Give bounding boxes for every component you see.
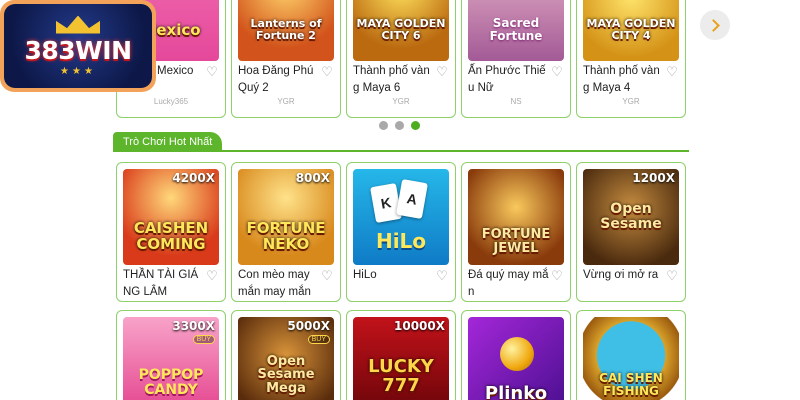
thumbnail-title: FORTUNE NEKO (246, 219, 326, 253)
game-thumbnail[interactable]: CAI SHEN FISHING (583, 317, 679, 400)
pager-dot[interactable] (379, 121, 388, 130)
game-provider: YGR (392, 97, 410, 106)
game-thumbnail[interactable]: MAYA GOLDEN CITY 4 (583, 0, 679, 61)
multiplier-badge: 3300X (172, 319, 215, 333)
multiplier-badge: 1200X (632, 171, 675, 185)
buy-badge: BUY (307, 335, 330, 344)
game-provider: Lucky365 (153, 97, 189, 106)
thumbnail-title: FORTUNE JEWEL (481, 227, 551, 256)
game-thumbnail[interactable]: 4200X CAISHEN COMING (123, 169, 219, 265)
heart-icon[interactable]: ♡ (550, 269, 564, 283)
buy-badge: BUY (192, 335, 215, 344)
game-thumbnail[interactable]: 1200X Open Sesame (583, 169, 679, 265)
heart-icon[interactable]: ♡ (320, 65, 334, 79)
game-name[interactable]: Thành phố vàng Maya 6 (353, 63, 435, 97)
multiplier-badge: 800X (295, 171, 330, 185)
logo-badge: 383WIN ★★★ (4, 4, 152, 88)
section-title: Trò Chơi Hot Nhất (113, 132, 223, 152)
multiplier-badge: 4200X (172, 171, 215, 185)
game-card-lucky-777[interactable]: 10000X LUCKY 777 (346, 310, 456, 400)
crown-icon (56, 15, 100, 34)
game-name[interactable]: Vừng ơi mở ra (583, 267, 665, 284)
game-name[interactable]: Hoa Đăng Phú Quý 2 (238, 63, 320, 97)
game-thumbnail[interactable]: Sacred Fortune (468, 0, 564, 61)
game-card-sacred-fortune[interactable]: Sacred Fortune Ấn Phước Thiếu Nữ ♡ NS (461, 0, 571, 118)
game-provider: YGR (277, 97, 295, 106)
heart-icon[interactable]: ♡ (665, 269, 679, 283)
thumbnail-title: Lanterns of Fortune 2 (250, 17, 322, 42)
thumbnail-title: MAYA GOLDEN CITY 4 (586, 17, 676, 42)
ball-icon (500, 337, 534, 371)
heart-icon[interactable]: ♡ (435, 269, 449, 283)
thumbnail-title: MAYA GOLDEN CITY 6 (356, 17, 446, 42)
game-thumbnail[interactable]: Lanterns of Fortune 2 (238, 0, 334, 61)
carousel-pager (379, 121, 420, 130)
game-thumbnail[interactable]: FORTUNE JEWEL (468, 169, 564, 265)
thumbnail-title: LUCKY 777 (368, 356, 434, 396)
heart-icon[interactable]: ♡ (665, 65, 679, 79)
heart-icon[interactable]: ♡ (320, 269, 334, 283)
site-logo[interactable]: 383WIN ★★★ (0, 0, 156, 92)
game-provider: YGR (622, 97, 640, 106)
game-name[interactable]: Ấn Phước Thiếu Nữ (468, 63, 550, 97)
game-name[interactable]: Thành phố vàng Maya 4 (583, 63, 665, 97)
game-thumbnail[interactable]: K A HiLo (353, 169, 449, 265)
stars-icon: ★★★ (60, 65, 96, 77)
game-thumbnail[interactable]: 5000X BUY Open Sesame Mega (238, 317, 334, 400)
game-thumbnail[interactable]: 800X FORTUNE NEKO (238, 169, 334, 265)
pager-dot[interactable] (395, 121, 404, 130)
multiplier-badge: 10000X (394, 319, 445, 333)
game-card-fortune-jewel[interactable]: FORTUNE JEWEL Đá quý may mắn ♡ (461, 162, 571, 302)
game-card-poppop-candy[interactable]: 3300X BUY POPPOP CANDY (116, 310, 226, 400)
logo-text: 383WIN (24, 35, 133, 65)
game-card-lanterns[interactable]: Lanterns of Fortune 2 Hoa Đăng Phú Quý 2… (231, 0, 341, 118)
game-name[interactable]: Con mèo may mắn may mắn (238, 267, 320, 301)
pager-dot-active[interactable] (411, 121, 420, 130)
carousel-next-button[interactable] (700, 10, 730, 40)
heart-icon[interactable]: ♡ (205, 65, 219, 79)
game-thumbnail[interactable]: 3300X BUY POPPOP CANDY (123, 317, 219, 400)
heart-icon[interactable]: ♡ (205, 269, 219, 283)
game-card-maya4[interactable]: MAYA GOLDEN CITY 4 Thành phố vàng Maya 4… (576, 0, 686, 118)
thumbnail-title: Sacred Fortune (489, 16, 543, 43)
heart-icon[interactable]: ♡ (435, 65, 449, 79)
game-card-open-sesame-mega[interactable]: 5000X BUY Open Sesame Mega (231, 310, 341, 400)
game-card-caishen-fishing[interactable]: CAI SHEN FISHING (576, 310, 686, 400)
game-thumbnail[interactable]: MAYA GOLDEN CITY 6 (353, 0, 449, 61)
multiplier-badge: 5000X (287, 319, 330, 333)
game-name[interactable]: THẦN TÀI GIÁNG LÂM (123, 267, 205, 301)
game-provider: NS (510, 97, 522, 106)
thumbnail-title: CAISHEN COMING (133, 219, 209, 253)
game-card-open-sesame[interactable]: 1200X Open Sesame Vừng ơi mở ra ♡ (576, 162, 686, 302)
thumbnail-title: CAI SHEN FISHING (599, 371, 663, 398)
game-name[interactable]: HiLo (353, 267, 435, 284)
game-name[interactable]: Đá quý may mắn (468, 267, 550, 301)
heart-icon[interactable]: ♡ (550, 65, 564, 79)
game-card-maya6[interactable]: MAYA GOLDEN CITY 6 Thành phố vàng Maya 6… (346, 0, 456, 118)
thumbnail-title: Open Sesame (600, 201, 662, 232)
game-card-plinko[interactable]: Plinko (461, 310, 571, 400)
playing-cards-icon: K A (370, 179, 429, 223)
game-card-caishen-coming[interactable]: 4200X CAISHEN COMING THẦN TÀI GIÁNG LÂM … (116, 162, 226, 302)
section-divider (113, 150, 689, 152)
game-card-fortune-neko[interactable]: 800X FORTUNE NEKO Con mèo may mắn may mắ… (231, 162, 341, 302)
game-thumbnail[interactable]: Plinko (468, 317, 564, 400)
game-thumbnail[interactable]: 10000X LUCKY 777 (353, 317, 449, 400)
game-card-hilo[interactable]: K A HiLo HiLo ♡ (346, 162, 456, 302)
